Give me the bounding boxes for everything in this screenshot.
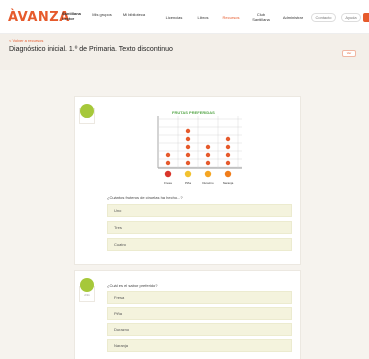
pictograph-chart <box>157 116 242 178</box>
app-logo[interactable]: ÀVANZA <box>8 10 70 25</box>
nav-books[interactable]: Libros <box>193 15 213 20</box>
chart-point <box>225 144 231 150</box>
answer-option[interactable]: Uno <box>107 204 292 217</box>
nav-admin[interactable]: Administrar <box>281 15 305 20</box>
orange-icon <box>224 170 232 178</box>
question-badge-icon <box>80 104 94 118</box>
chart-point <box>165 152 171 158</box>
nav-licenses[interactable]: Licencias <box>163 15 185 20</box>
header-action-button[interactable]: Ver <box>342 50 356 57</box>
nav-resources[interactable]: Recursos <box>220 15 242 20</box>
chart-point <box>225 160 231 166</box>
answer-option[interactable]: Cuatro <box>107 238 292 251</box>
chart-point <box>185 160 191 166</box>
chart-category-label: Fresa <box>164 181 172 185</box>
app-logo-subtitle: Santillana Lector <box>62 11 81 21</box>
page-title: Diagnóstico inicial. 1.º de Primaria. Te… <box>9 46 173 53</box>
chart-point <box>225 152 231 158</box>
chart-point <box>205 152 211 158</box>
chart-category-label: Durazno <box>202 181 214 185</box>
nav-club[interactable]: Club Santillana <box>250 12 272 22</box>
chart-point <box>225 136 231 142</box>
answer-option[interactable]: Tres <box>107 221 292 234</box>
breadcrumb[interactable]: < Volver a recursos <box>9 38 43 43</box>
peach-icon <box>204 170 212 178</box>
strawberry-icon <box>164 170 172 178</box>
answer-option[interactable]: Piña <box>107 307 292 320</box>
question-prompt: ¿Cuál es el sabor preferido? <box>107 283 158 288</box>
chart-point <box>165 160 171 166</box>
user-menu-button[interactable] <box>363 13 369 22</box>
chart-point <box>205 160 211 166</box>
answer-option[interactable]: Fresa <box>107 291 292 304</box>
answer-option[interactable]: Durazno <box>107 323 292 336</box>
chart-category-label: Piña <box>184 181 191 185</box>
contact-button[interactable]: Contacto <box>311 13 336 22</box>
chart-point <box>185 128 191 134</box>
help-button[interactable]: Ayuda <box>341 13 361 22</box>
chart-point <box>185 144 191 150</box>
chart-point <box>185 136 191 142</box>
nav-my-library[interactable]: Mi biblioteca <box>122 12 146 17</box>
question-badge-icon <box>80 278 94 292</box>
question-prompt: ¿Cuántos fruteros de ciruelas ha hecho..… <box>107 195 183 200</box>
nav-my-groups[interactable]: Mis grupos <box>92 12 112 17</box>
chart-category-label: Naranja <box>222 181 234 185</box>
top-navigation-bar: ÀVANZA Santillana Lector Mis grupos Mi b… <box>0 0 369 34</box>
chart-point <box>185 152 191 158</box>
pineapple-icon <box>184 170 192 178</box>
answer-option[interactable]: Naranja <box>107 339 292 352</box>
chart-point <box>205 144 211 150</box>
